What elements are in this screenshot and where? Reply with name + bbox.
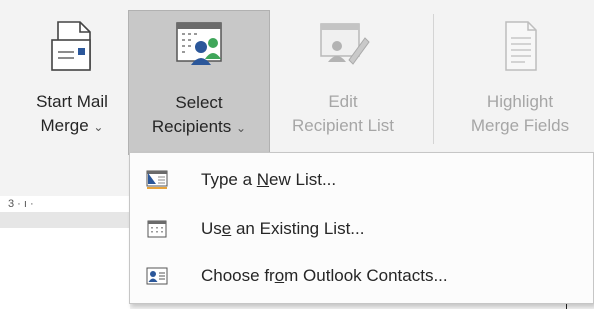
menu-item-label: Type a New List...: [201, 159, 336, 201]
label-part: Choose fr: [201, 266, 275, 285]
label-part: m Outlook Contacts...: [284, 266, 448, 285]
label-part: Type a: [201, 170, 257, 189]
label-part: ew List...: [269, 170, 337, 189]
menu-item-use-existing-list[interactable]: Use an Existing List...: [130, 208, 593, 250]
list-edit-icon: [320, 23, 370, 65]
ribbon-separator: [433, 14, 434, 144]
horizontal-ruler: 3 · ı ·: [0, 196, 130, 212]
menu-item-label: Use an Existing List...: [201, 208, 364, 250]
chevron-down-icon: ⌄: [236, 121, 247, 135]
document-page[interactable]: [0, 228, 130, 309]
document-margin: [0, 212, 130, 228]
highlight-merge-fields-label-2: Merge Fields: [470, 116, 570, 135]
new-list-icon: [146, 170, 168, 189]
menu-item-label: Choose from Outlook Contacts...: [201, 255, 448, 297]
start-mail-merge-label-2-row: Merge ⌄: [16, 114, 128, 139]
access-key: e: [221, 219, 232, 238]
existing-list-icon: [147, 220, 167, 238]
menu-item-type-new-list[interactable]: Type a New List...: [130, 159, 593, 201]
address-book-people-icon: [176, 22, 222, 65]
start-mail-merge-button[interactable]: Start Mail Merge ⌄: [16, 10, 128, 155]
start-mail-merge-label-2: Merge: [40, 116, 89, 135]
access-key: N: [256, 170, 270, 189]
select-recipients-button[interactable]: Select Recipients ⌄: [128, 10, 270, 155]
mailings-ribbon: Start Mail Merge ⌄ Select Recipients ⌄ E…: [0, 0, 594, 160]
menu-item-outlook-contacts[interactable]: Choose from Outlook Contacts...: [130, 255, 593, 297]
select-recipients-menu: Type a New List... Use an Existing List.…: [129, 152, 594, 304]
start-mail-merge-label-1: Start Mail: [36, 92, 108, 111]
edit-recipient-list-button[interactable]: Edit Recipient List: [270, 10, 416, 155]
highlight-merge-fields-button[interactable]: Highlight Merge Fields: [446, 10, 594, 155]
edit-recipient-list-label-1: Edit: [328, 92, 358, 111]
select-recipients-label-2-row: Recipients ⌄: [129, 115, 269, 140]
document-fields-icon: [505, 21, 537, 71]
label-part: an Existing List...: [231, 219, 365, 238]
outlook-contacts-icon: [146, 267, 168, 285]
select-recipients-label-2: Recipients: [151, 117, 232, 136]
document-envelope-icon: [51, 21, 91, 71]
highlight-merge-fields-label-1: Highlight: [486, 92, 554, 111]
label-part: Us: [201, 219, 222, 238]
select-recipients-label-1: Select: [175, 93, 223, 112]
access-key: o: [274, 266, 285, 285]
chevron-down-icon: ⌄: [93, 120, 104, 134]
edit-recipient-list-label-2: Recipient List: [291, 116, 395, 135]
